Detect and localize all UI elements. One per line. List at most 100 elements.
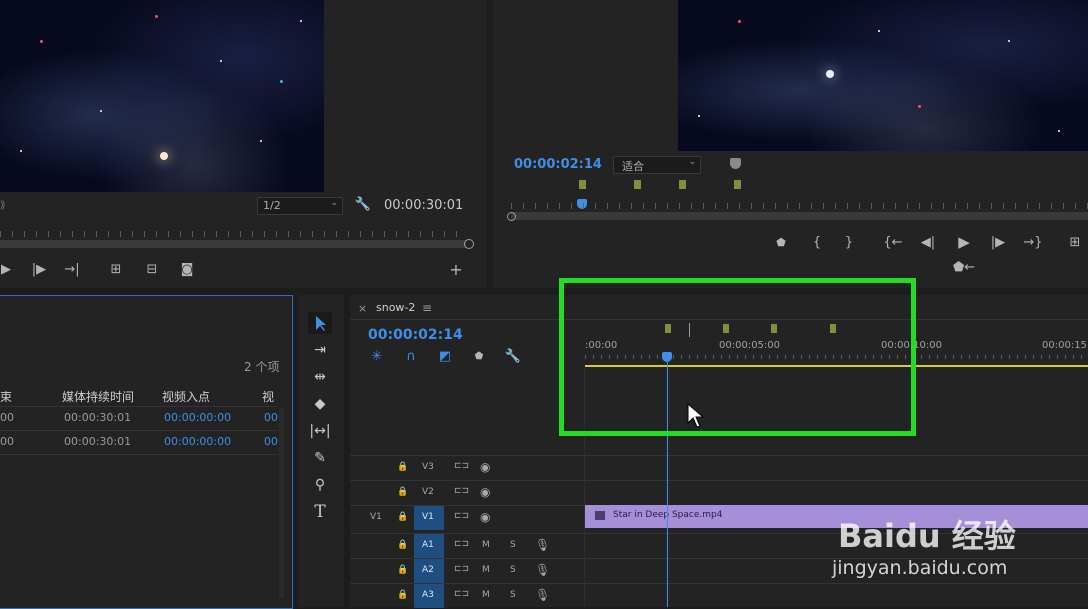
program-scrub-bar[interactable] bbox=[511, 212, 1088, 220]
camera-icon[interactable]: ◙ bbox=[178, 262, 196, 278]
marker-icon[interactable] bbox=[679, 180, 686, 189]
track-name-a3[interactable]: A3 bbox=[422, 590, 434, 600]
wrench-icon[interactable]: 🔧 bbox=[354, 197, 372, 213]
marker-icon[interactable] bbox=[579, 180, 586, 189]
source-scrub-end-handle[interactable] bbox=[464, 239, 474, 249]
magnet-icon[interactable]: ∩ bbox=[402, 349, 420, 365]
watermark-url: jingyan.baidu.com bbox=[832, 557, 1008, 579]
play-icon[interactable]: ▶ bbox=[955, 234, 973, 250]
pen-tool-icon[interactable]: ✎ bbox=[309, 448, 331, 468]
add-marker-icon[interactable]: ⬟ bbox=[773, 235, 789, 251]
ruler-label: 00:00:15:00 bbox=[1042, 340, 1088, 351]
linked-selection-icon[interactable]: ◩ bbox=[436, 349, 454, 365]
project-panel: 2 个项 束 媒体持续时间 视频入点 视 00 00:00:30:01 00:0… bbox=[0, 295, 293, 609]
cell-video-in[interactable]: 00:00:00:00 bbox=[164, 435, 231, 448]
sync-icon[interactable]: ⊏⊐ bbox=[454, 511, 469, 521]
add-marker-icon[interactable]: ⬟ bbox=[470, 349, 488, 365]
chevron-down-icon: ⌄ bbox=[330, 198, 338, 208]
mark-out-icon[interactable]: } bbox=[841, 235, 857, 251]
sync-icon[interactable]: ⊏⊐ bbox=[454, 461, 469, 471]
extract-icon[interactable]: ⬟← bbox=[953, 260, 975, 276]
insert-icon[interactable]: ⊞ bbox=[106, 262, 126, 278]
eye-icon[interactable]: ◉ bbox=[480, 460, 490, 474]
program-video-frame bbox=[678, 0, 1088, 151]
track-name-v2[interactable]: V2 bbox=[422, 487, 434, 497]
eye-icon[interactable]: ◉ bbox=[480, 485, 490, 499]
fit-dropdown[interactable]: 适合 ⌄ bbox=[613, 156, 701, 174]
lock-icon[interactable]: 🔒 bbox=[397, 512, 408, 522]
sync-icon[interactable]: ⊏⊐ bbox=[454, 564, 469, 574]
program-monitor-panel: 00:00:02:14 适合 ⌄ ⬟ { } {← ◀| ▶ |▶ →} ⊞ ⬟… bbox=[493, 0, 1088, 288]
step-back-icon[interactable]: ◀| bbox=[919, 235, 937, 251]
razor-tool-icon[interactable]: ◆ bbox=[309, 394, 331, 414]
eye-icon[interactable]: ◉ bbox=[480, 510, 490, 524]
mute-button[interactable]: M bbox=[482, 540, 490, 550]
lock-icon[interactable]: 🔒 bbox=[397, 590, 408, 600]
fit-value: 适合 bbox=[622, 160, 644, 173]
lock-icon[interactable]: 🔒 bbox=[397, 462, 408, 472]
microphone-icon[interactable]: 🎙 bbox=[535, 563, 550, 577]
solo-button[interactable]: S bbox=[510, 590, 516, 600]
column-header-video[interactable]: 视 bbox=[262, 388, 274, 405]
lock-icon[interactable]: 🔒 bbox=[397, 565, 408, 575]
lock-icon[interactable]: 🔒 bbox=[397, 540, 408, 550]
go-to-out-icon[interactable]: →} bbox=[1023, 235, 1043, 251]
menu-icon[interactable]: ≡ bbox=[422, 301, 432, 315]
source-track-v1[interactable]: V1 bbox=[370, 512, 382, 522]
column-header-duration[interactable]: 媒体持续时间 bbox=[62, 388, 134, 405]
go-to-in-icon[interactable]: {← bbox=[883, 235, 903, 251]
step-forward-icon[interactable]: |▶ bbox=[30, 262, 48, 278]
column-header-end[interactable]: 束 bbox=[0, 388, 12, 405]
mark-in-icon[interactable]: { bbox=[809, 235, 825, 251]
snap-icon[interactable]: ✳ bbox=[368, 349, 386, 365]
marker-icon[interactable] bbox=[634, 180, 641, 189]
slip-tool-icon[interactable]: |↔| bbox=[309, 421, 331, 441]
track-select-tool-icon[interactable]: ⇥ bbox=[309, 340, 331, 360]
type-tool-icon[interactable]: T bbox=[309, 502, 331, 522]
program-timecode[interactable]: 00:00:02:14 bbox=[514, 157, 602, 172]
mute-button[interactable]: M bbox=[482, 590, 490, 600]
sync-icon[interactable]: ⊏⊐ bbox=[454, 589, 469, 599]
source-play-indicator: ⟫ bbox=[0, 200, 6, 211]
step-forward-icon[interactable]: |▶ bbox=[989, 235, 1007, 251]
program-settings-shield-icon[interactable] bbox=[730, 158, 741, 169]
zoom-tool-icon[interactable]: ⚲ bbox=[309, 475, 331, 495]
microphone-icon[interactable]: 🎙 bbox=[535, 588, 550, 602]
table-row[interactable]: 00 00:00:30:01 00:00:00:00 00: bbox=[0, 432, 282, 455]
track-name-a1[interactable]: A1 bbox=[422, 540, 434, 550]
mute-button[interactable]: M bbox=[482, 565, 490, 575]
solo-button[interactable]: S bbox=[510, 540, 516, 550]
project-scrollbar[interactable] bbox=[279, 408, 284, 598]
play-icon[interactable]: ▶ bbox=[0, 262, 12, 278]
source-scrub-bar[interactable] bbox=[0, 240, 466, 248]
wrench-icon[interactable]: 🔧 bbox=[504, 349, 522, 365]
track-row-v3: 🔒 V3 ⊏⊐ ◉ bbox=[350, 455, 1088, 480]
table-row[interactable]: 00 00:00:30:01 00:00:00:00 00: bbox=[0, 408, 282, 431]
sync-icon[interactable]: ⊏⊐ bbox=[454, 539, 469, 549]
item-count: 2 个项 bbox=[244, 360, 280, 374]
track-name-a2[interactable]: A2 bbox=[422, 565, 434, 575]
program-scrub-start-handle[interactable] bbox=[507, 212, 516, 221]
track-name-v3[interactable]: V3 bbox=[422, 462, 434, 472]
scale-value: 1/2 bbox=[263, 199, 281, 212]
solo-button[interactable]: S bbox=[510, 565, 516, 575]
lift-icon[interactable]: ⊞ bbox=[1065, 235, 1085, 251]
track-name-v1[interactable]: V1 bbox=[422, 512, 434, 522]
lock-icon[interactable]: 🔒 bbox=[397, 487, 408, 497]
chevron-down-icon: ⌄ bbox=[688, 157, 696, 167]
marker-icon[interactable] bbox=[734, 180, 741, 189]
go-to-out-icon[interactable]: →| bbox=[63, 262, 81, 278]
microphone-icon[interactable]: 🎙 bbox=[535, 538, 550, 552]
tab-label: snow-2 bbox=[376, 301, 416, 314]
overwrite-icon[interactable]: ⊟ bbox=[142, 262, 162, 278]
sync-icon[interactable]: ⊏⊐ bbox=[454, 486, 469, 496]
timeline-timecode[interactable]: 00:00:02:14 bbox=[368, 327, 463, 343]
scale-dropdown[interactable]: 1/2 ⌄ bbox=[257, 197, 343, 215]
source-monitor-panel: ⟫ 1/2 ⌄ 🔧 00:00:30:01 ▶ |▶ →| ⊞ ⊟ ◙ + bbox=[0, 0, 487, 288]
source-time-ruler bbox=[0, 231, 466, 237]
add-button-icon[interactable]: + bbox=[449, 262, 463, 278]
close-icon[interactable]: × bbox=[358, 302, 367, 315]
ripple-edit-tool-icon[interactable]: ⇹ bbox=[309, 367, 331, 387]
cell-video-in[interactable]: 00:00:00:00 bbox=[164, 411, 231, 424]
column-header-video-in[interactable]: 视频入点 bbox=[162, 388, 210, 405]
